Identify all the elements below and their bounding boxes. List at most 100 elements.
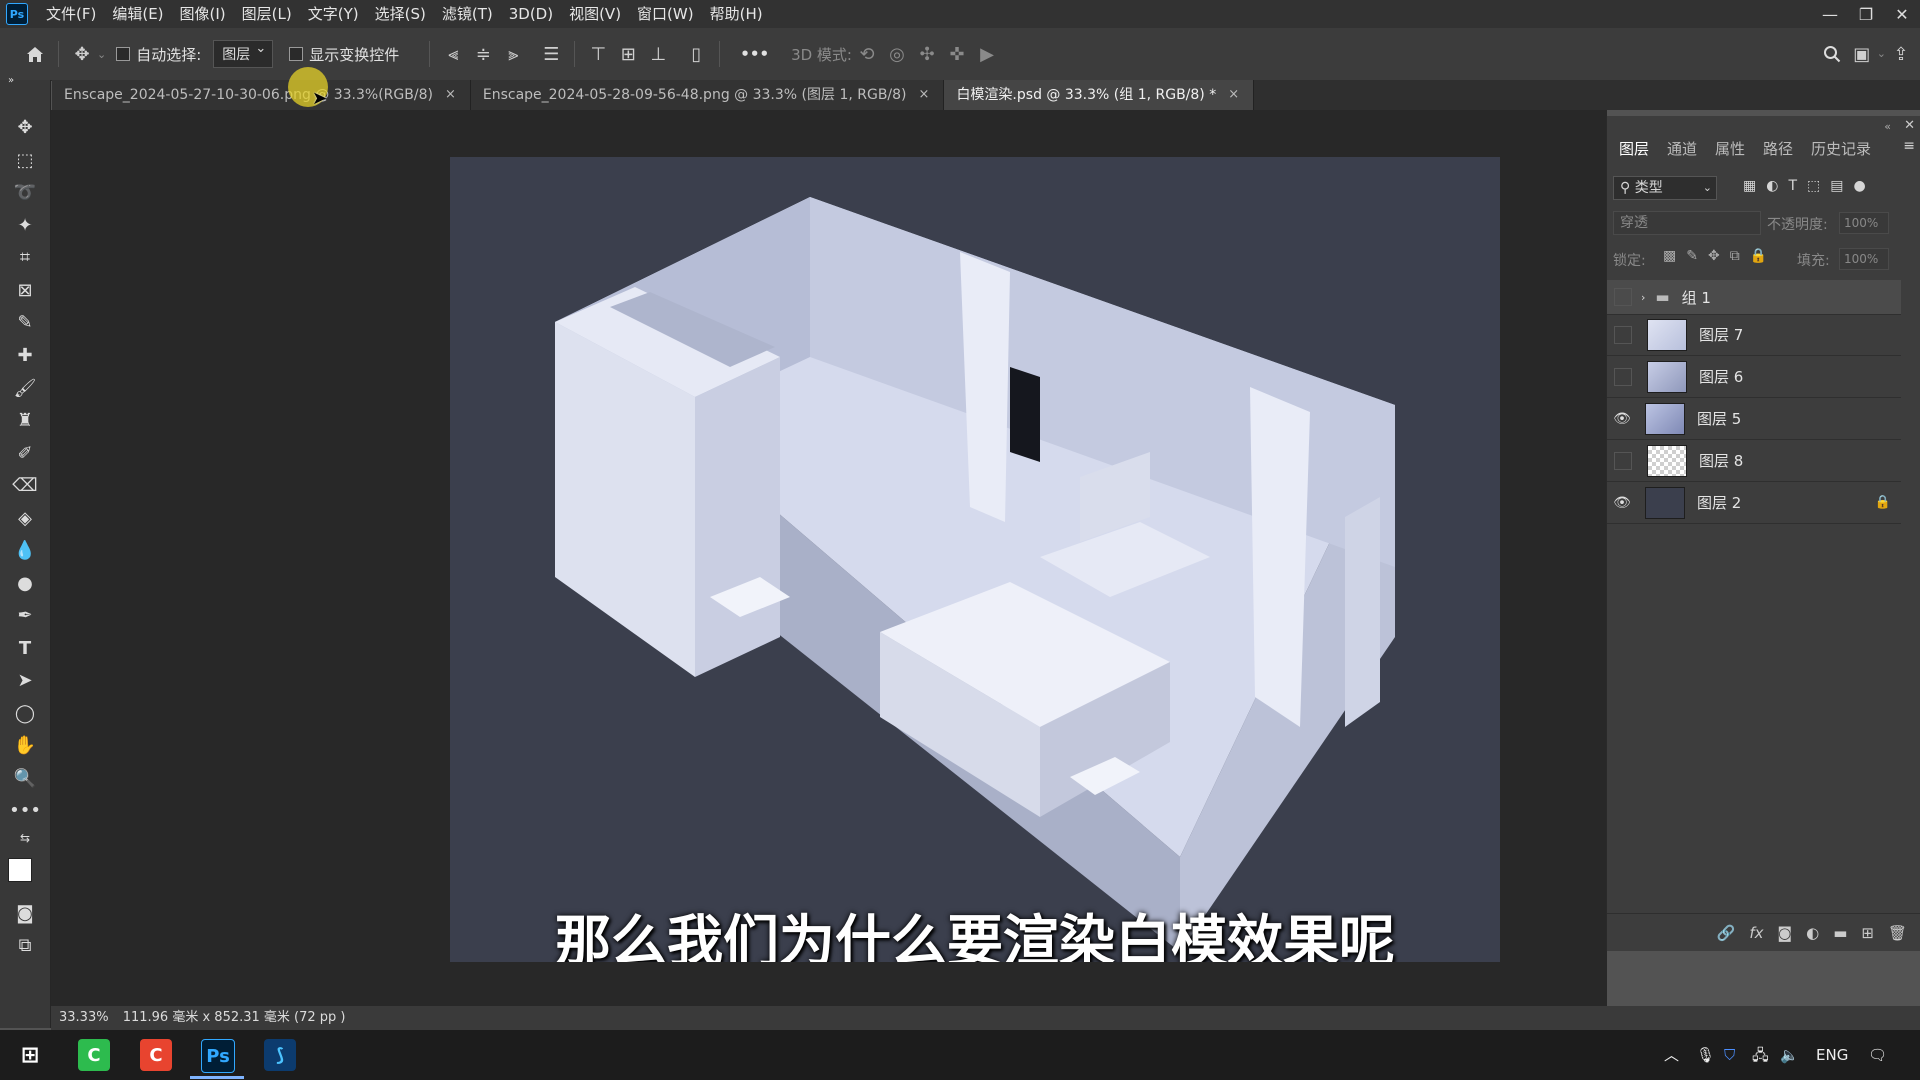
volume-icon[interactable]: 🔈: [1780, 1030, 1799, 1080]
swap-colors-icon[interactable]: ⇆: [10, 828, 40, 848]
layer-row-group-1[interactable]: › ▬ 组 1: [1607, 280, 1901, 315]
add-mask-icon[interactable]: ◙: [1778, 924, 1793, 942]
align-top-icon[interactable]: ⊤: [583, 39, 613, 69]
hand-tool-icon[interactable]: ✋: [10, 731, 40, 759]
magic-wand-tool-icon[interactable]: ✦: [10, 211, 40, 239]
blur-tool-icon[interactable]: 💧: [10, 536, 40, 564]
move-tool-icon[interactable]: ✥: [10, 113, 40, 141]
show-transform-checkbox[interactable]: [289, 47, 304, 61]
align-bottom-icon[interactable]: ⊥: [643, 39, 673, 69]
link-layers-icon[interactable]: 🔗: [1717, 924, 1736, 942]
chevron-down-icon[interactable]: ⌄: [1877, 39, 1886, 69]
3d-drag-icon[interactable]: ✣: [912, 39, 942, 69]
visibility-toggle[interactable]: [1614, 288, 1632, 306]
workspace-icon[interactable]: ▣: [1847, 39, 1877, 69]
security-shield-icon[interactable]: ⛉: [1724, 1030, 1735, 1080]
share-icon[interactable]: ⇪: [1886, 39, 1916, 69]
opacity-input[interactable]: 100%: [1839, 212, 1889, 234]
auto-select-dropdown[interactable]: 图层: [213, 40, 274, 68]
menu-3d[interactable]: 3D(D): [501, 0, 561, 28]
dodge-tool-icon[interactable]: ●: [10, 569, 40, 597]
move-tool-icon[interactable]: ✥: [67, 39, 97, 69]
tab-layers[interactable]: 图层: [1619, 138, 1649, 159]
frame-tool-icon[interactable]: ⊠: [10, 276, 40, 304]
lock-image-icon[interactable]: ✎: [1686, 248, 1698, 264]
clone-stamp-tool-icon[interactable]: ♜: [10, 406, 40, 434]
menu-image[interactable]: 图像(I): [172, 0, 234, 28]
close-icon[interactable]: ×: [919, 80, 930, 110]
eye-icon[interactable]: 👁: [1607, 398, 1637, 439]
pixel-filter-icon[interactable]: ▦: [1743, 178, 1756, 194]
history-brush-tool-icon[interactable]: ✐: [10, 439, 40, 467]
crop-tool-icon[interactable]: ⌗: [10, 243, 40, 271]
filter-toggle-icon[interactable]: ●: [1853, 178, 1865, 194]
brush-tool-icon[interactable]: 🖌: [10, 374, 40, 402]
eraser-tool-icon[interactable]: ⌫: [10, 471, 40, 499]
search-icon[interactable]: [1817, 39, 1847, 69]
menu-window[interactable]: 窗口(W): [629, 0, 702, 28]
ellipse-tool-icon[interactable]: ◯: [10, 699, 40, 727]
lock-position-icon[interactable]: ✥: [1708, 248, 1720, 264]
camtasia-red-icon[interactable]: C: [140, 1039, 172, 1071]
windows-start-icon[interactable]: ⊞: [14, 1039, 46, 1071]
panel-collapse-icon[interactable]: «: [1884, 120, 1891, 133]
chevron-right-icon[interactable]: ›: [1641, 291, 1645, 304]
layer-row-6[interactable]: 图层 6: [1607, 356, 1901, 398]
zoom-tool-icon[interactable]: 🔍: [10, 764, 40, 792]
layer-row-8[interactable]: 图层 8: [1607, 440, 1901, 482]
tray-overflow-icon[interactable]: ︿: [1664, 1030, 1679, 1080]
chevron-down-icon[interactable]: ⌄: [97, 48, 106, 61]
menu-filter[interactable]: 滤镜(T): [434, 0, 501, 28]
edit-toolbar-icon[interactable]: •••: [9, 796, 41, 824]
marquee-tool-icon[interactable]: ⬚: [10, 146, 40, 174]
auto-select-checkbox[interactable]: [116, 47, 131, 61]
panel-menu-icon[interactable]: ≡: [1903, 138, 1915, 154]
visibility-toggle[interactable]: [1614, 367, 1632, 386]
3d-slide-icon[interactable]: ✜: [942, 39, 972, 69]
menu-type[interactable]: 文字(Y): [300, 0, 367, 28]
sketchup-taskbar-icon[interactable]: ⟆: [264, 1039, 296, 1071]
align-center-icon[interactable]: ≑: [468, 39, 498, 69]
panel-close-icon[interactable]: ✕: [1904, 118, 1915, 133]
menu-help[interactable]: 帮助(H): [702, 0, 771, 28]
blend-mode-dropdown[interactable]: 穿透: [1613, 211, 1761, 235]
foreground-color-swatch[interactable]: [8, 858, 32, 882]
visibility-toggle[interactable]: [1614, 325, 1632, 344]
restore-icon[interactable]: ❐: [1848, 0, 1884, 28]
3d-orbit-icon[interactable]: ⟲: [852, 39, 882, 69]
camtasia-green-icon[interactable]: C: [78, 1039, 110, 1071]
3d-camera-icon[interactable]: ▶: [972, 39, 1002, 69]
close-icon[interactable]: ×: [1228, 80, 1239, 110]
3d-roll-icon[interactable]: ◎: [882, 39, 912, 69]
menu-layer[interactable]: 图层(L): [234, 0, 300, 28]
microphone-icon[interactable]: 🎙: [1696, 1030, 1715, 1080]
home-icon[interactable]: [20, 39, 50, 69]
fill-input[interactable]: 100%: [1839, 248, 1889, 270]
healing-brush-tool-icon[interactable]: ✚: [10, 341, 40, 369]
visibility-toggle[interactable]: [1614, 451, 1632, 470]
tab-document-3[interactable]: 白模渲染.psd @ 33.3% (组 1, RGB/8) * ×: [944, 80, 1255, 110]
align-middle-icon[interactable]: ⊞: [613, 39, 643, 69]
delete-layer-icon[interactable]: 🗑: [1888, 924, 1907, 942]
quick-mask-icon[interactable]: ◙: [10, 899, 40, 927]
eye-icon[interactable]: 👁: [1607, 482, 1637, 523]
new-layer-icon[interactable]: ⊞: [1861, 924, 1874, 942]
document-size[interactable]: 111.96 毫米 x 852.31 毫米 (72 pp ): [123, 1010, 346, 1025]
menu-select[interactable]: 选择(S): [367, 0, 434, 28]
lock-artboard-icon[interactable]: ⧉: [1730, 248, 1740, 264]
document-canvas[interactable]: 那么我们为什么要渲染白模效果呢: [450, 157, 1500, 962]
path-selection-tool-icon[interactable]: ➤: [10, 666, 40, 694]
layer-style-icon[interactable]: fx: [1749, 924, 1763, 942]
minimize-icon[interactable]: —: [1812, 0, 1848, 28]
more-options-icon[interactable]: •••: [740, 45, 769, 63]
new-group-icon[interactable]: ▬: [1833, 924, 1847, 942]
close-icon[interactable]: ×: [445, 80, 456, 110]
layer-row-2[interactable]: 👁 图层 2 🔒: [1607, 482, 1901, 524]
notifications-icon[interactable]: 🗨: [1868, 1030, 1887, 1080]
tab-properties[interactable]: 属性: [1715, 138, 1745, 159]
close-window-icon[interactable]: ✕: [1884, 0, 1920, 28]
menu-view[interactable]: 视图(V): [561, 0, 629, 28]
tab-channels[interactable]: 通道: [1667, 138, 1697, 159]
align-left-icon[interactable]: ⫷: [438, 39, 468, 69]
tab-document-2[interactable]: Enscape_2024-05-28-09-56-48.png @ 33.3% …: [470, 80, 945, 110]
